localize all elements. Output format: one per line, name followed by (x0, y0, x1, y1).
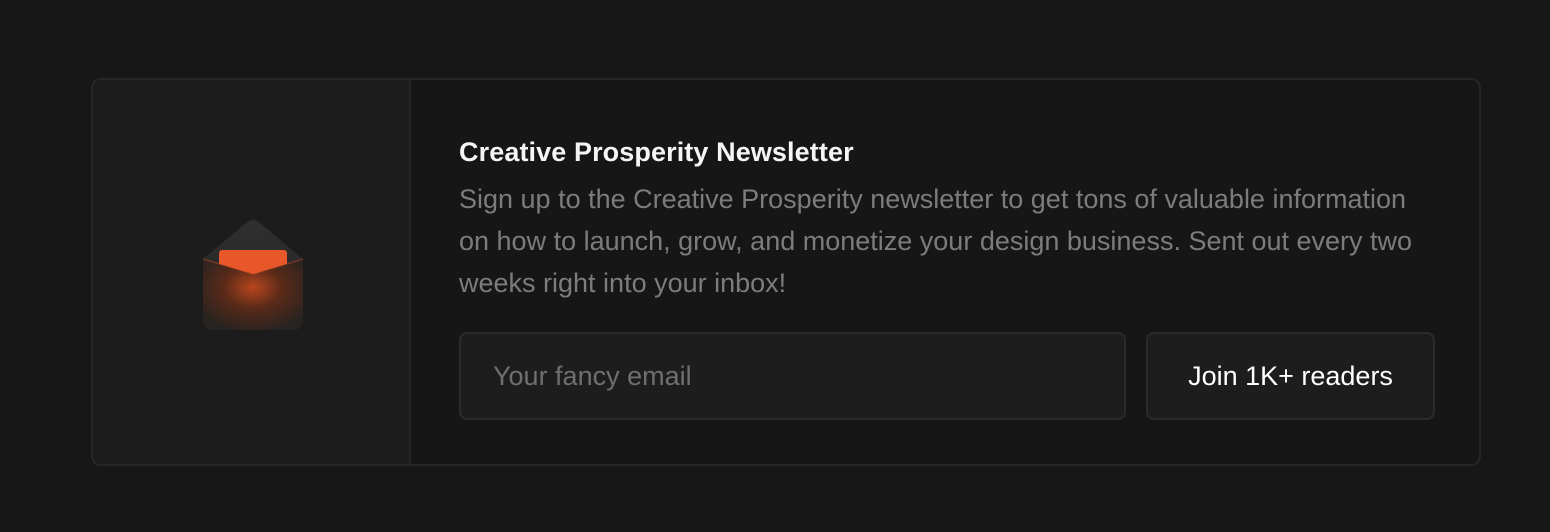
join-button[interactable]: Join 1K+ readers (1146, 332, 1435, 420)
newsletter-title: Creative Prosperity Newsletter (459, 137, 854, 167)
icon-panel (93, 80, 411, 464)
newsletter-card: Creative Prosperity Newsletter Sign up t… (91, 78, 1481, 466)
signup-form: Join 1K+ readers (459, 332, 1435, 420)
email-input[interactable] (459, 332, 1126, 420)
newsletter-content: Creative Prosperity Newsletter Sign up t… (411, 80, 1479, 464)
newsletter-description: Sign up to the Creative Prosperity newsl… (459, 184, 1413, 298)
envelope-icon (202, 220, 304, 330)
